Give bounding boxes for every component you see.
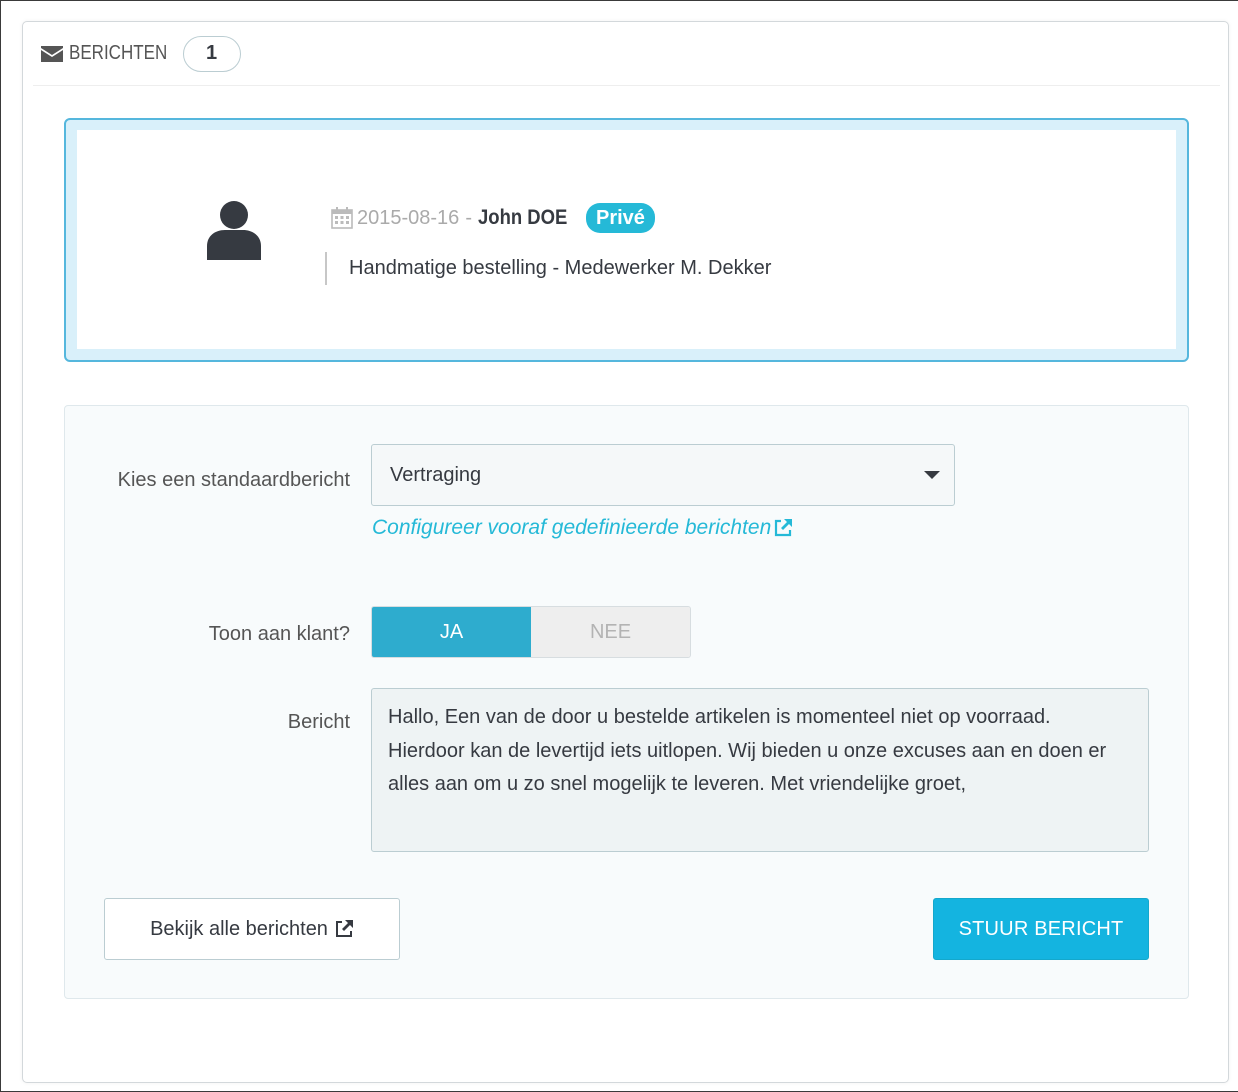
message-card: 2015-08-16 - John DOE Privé Handmatige b…: [77, 130, 1176, 349]
reply-form: Kies een standaardbericht Vertraging Con…: [64, 405, 1189, 999]
calendar-icon: [331, 207, 353, 229]
message-meta: 2015-08-16 - John DOE Privé: [331, 203, 655, 233]
template-select[interactable]: Vertraging: [371, 444, 955, 506]
message-textarea[interactable]: Hallo, Een van de door u bestelde artike…: [371, 688, 1149, 852]
view-all-messages-label: Bekijk alle berichten: [150, 917, 328, 940]
message-text: Handmatige bestelling - Medewerker M. De…: [325, 252, 771, 285]
view-all-messages-button[interactable]: Bekijk alle berichten: [104, 898, 400, 960]
configure-templates-link[interactable]: Configureer vooraf gedefinieerde bericht…: [372, 516, 793, 540]
page-frame: BERICHTEN 1 2015-08-16 - John DOE Privé …: [0, 0, 1238, 1092]
toggle-no[interactable]: NEE: [531, 607, 690, 657]
show-customer-toggle: JA NEE: [371, 606, 691, 658]
configure-templates-label: Configureer vooraf gedefinieerde bericht…: [372, 516, 772, 539]
message-date: 2015-08-16: [357, 206, 460, 229]
meta-separator: -: [465, 206, 472, 229]
caret-down-icon: [924, 471, 940, 479]
template-label: Kies een standaardbericht: [117, 469, 350, 491]
envelope-icon: [41, 45, 63, 62]
message-author: John DOE: [477, 206, 568, 229]
message-count-badge: 1: [182, 35, 241, 72]
messages-panel: BERICHTEN 1 2015-08-16 - John DOE Privé …: [22, 21, 1229, 1083]
send-message-button[interactable]: STUUR BERICHT: [933, 898, 1149, 960]
show-customer-label: Toon aan klant?: [208, 623, 350, 645]
external-link-icon: [335, 920, 353, 937]
panel-title: BERICHTEN: [69, 42, 168, 64]
template-select-value: Vertraging: [390, 463, 482, 486]
private-badge: Privé: [585, 203, 655, 233]
external-link-icon: [775, 519, 793, 537]
panel-heading: BERICHTEN 1: [33, 22, 1220, 86]
message-label: Bericht: [287, 711, 350, 733]
message-item: 2015-08-16 - John DOE Privé Handmatige b…: [64, 118, 1189, 362]
toggle-yes[interactable]: JA: [372, 607, 531, 657]
user-icon: [207, 201, 261, 260]
